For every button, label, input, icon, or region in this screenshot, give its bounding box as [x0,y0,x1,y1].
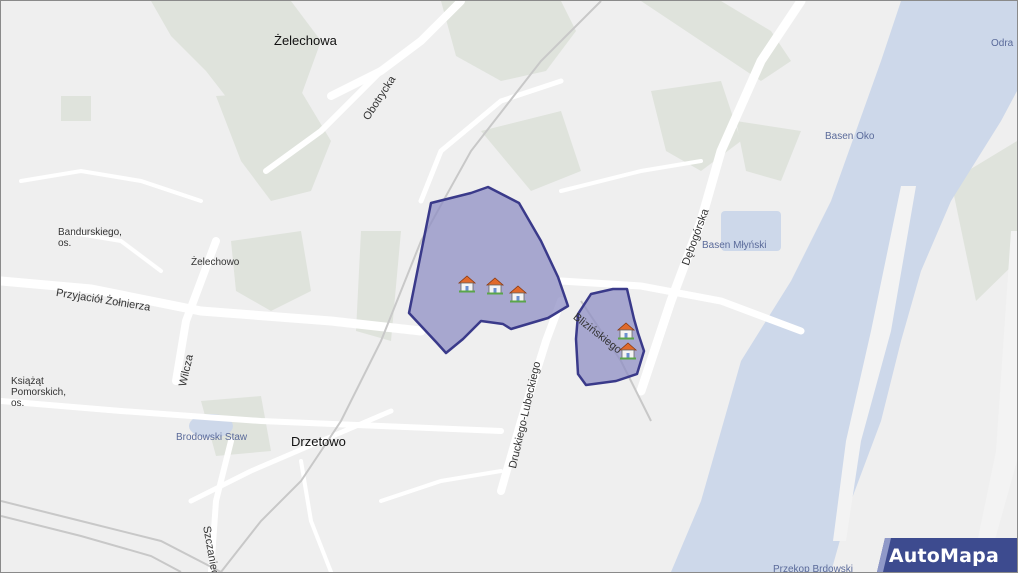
place-label-zelechowa: Żelechowa [274,33,337,48]
place-label-bandurskiego: Bandurskiego, os. [58,227,122,249]
map-view[interactable]: Żelechowa Drzetowo Bandurskiego, os. Żel… [0,0,1018,573]
place-label-drzetowo: Drzetowo [291,434,346,449]
water-label-basen-mlynski: Basen Młyński [702,240,767,251]
water-label-przekop-brdowski: Przekop Brdowski [773,564,854,573]
water-label-odra: Odra [991,38,1014,49]
water-label-brodowski-staw: Brodowski Staw [176,432,248,443]
place-label-zelechowo: Żelechowo [191,257,240,268]
water-label-basen-oko: Basen Oko [825,131,875,142]
brand-logo: AutoMapa [888,545,999,567]
map-canvas [1,1,1017,572]
place-label-ksiazat-pomorskich: Książąt Pomorskich, os. [11,376,67,409]
brand-badge: AutoMapa [877,538,1017,572]
